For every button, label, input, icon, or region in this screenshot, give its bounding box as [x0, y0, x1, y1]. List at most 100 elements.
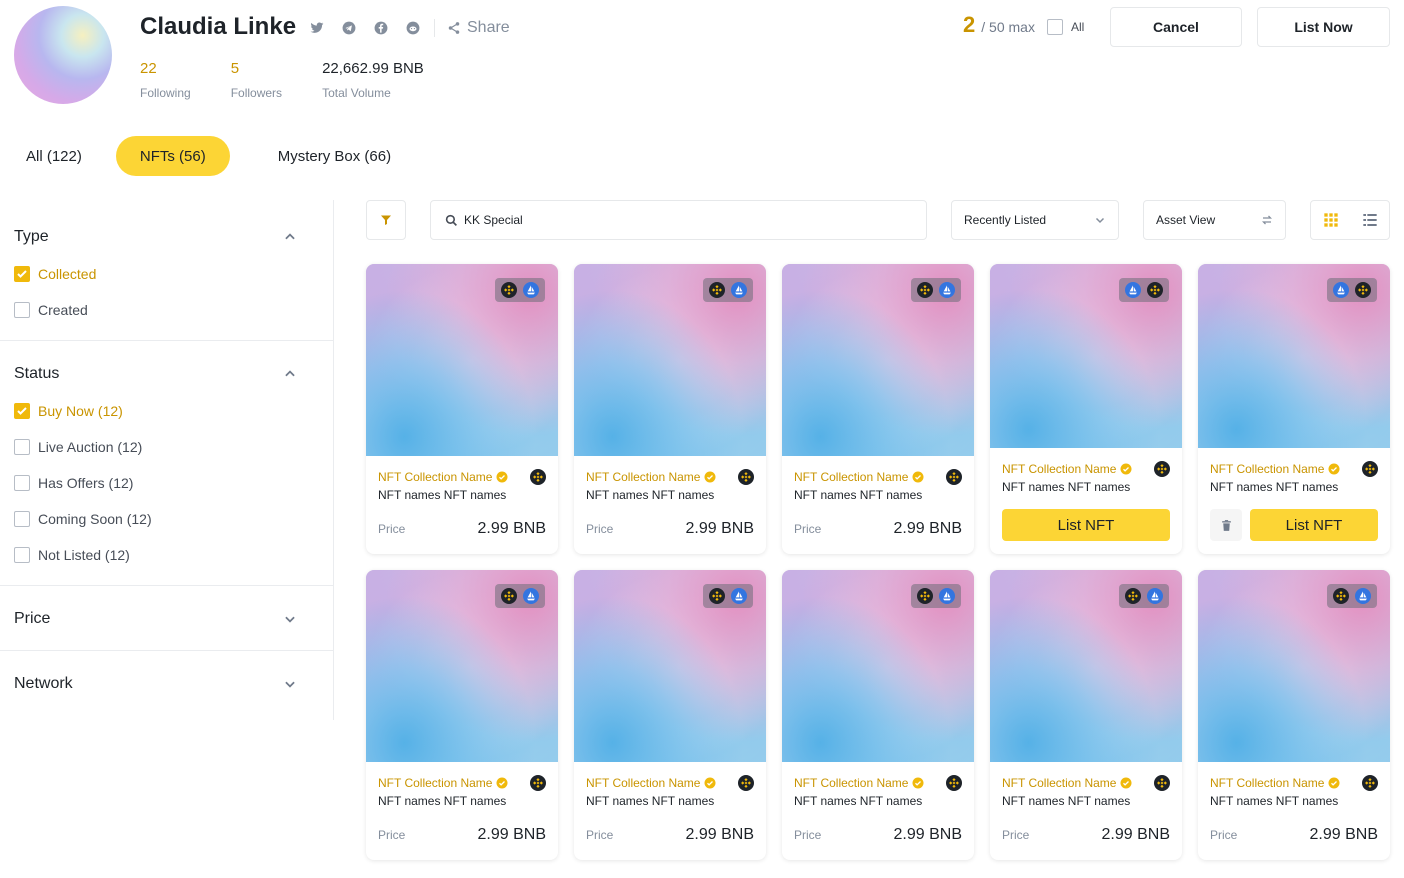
nft-image[interactable] — [990, 570, 1182, 762]
nft-image[interactable] — [1198, 264, 1390, 448]
verified-icon — [704, 777, 716, 789]
checkbox[interactable] — [14, 475, 30, 491]
section-title[interactable]: Status — [14, 365, 319, 383]
verified-icon — [1120, 777, 1132, 789]
nft-card[interactable]: NFT Collection Name NFT names NFT names … — [1198, 264, 1390, 554]
search-box[interactable] — [430, 200, 927, 240]
checkbox[interactable] — [14, 266, 30, 282]
grid-view-button[interactable] — [1311, 201, 1350, 239]
share-button[interactable]: Share — [447, 19, 510, 37]
nft-card[interactable]: NFT Collection Name NFT names NFT names … — [1198, 570, 1390, 860]
chevron-down-icon[interactable] — [283, 677, 297, 691]
checkbox[interactable] — [14, 403, 30, 419]
list-nft-button[interactable]: List NFT — [1002, 509, 1170, 541]
filter-section-network[interactable]: Network — [0, 651, 333, 716]
section-title[interactable]: Network — [14, 675, 319, 693]
filter-option-created[interactable]: Created — [14, 292, 319, 328]
telegram-icon[interactable] — [342, 21, 356, 35]
section-title[interactable]: Type — [14, 228, 319, 246]
stat-value: 22,662.99 BNB — [322, 60, 424, 77]
collection-name-link[interactable]: NFT Collection Name — [794, 776, 924, 790]
nft-name: NFT names NFT names — [586, 488, 715, 502]
collection-name-link[interactable]: NFT Collection Name — [1210, 776, 1340, 790]
stat-followers[interactable]: 5 Followers — [231, 60, 282, 100]
nft-card[interactable]: NFT Collection Name NFT names NFT names … — [782, 264, 974, 554]
checkbox[interactable] — [14, 439, 30, 455]
search-input[interactable] — [464, 213, 884, 227]
chevron-up-icon[interactable] — [283, 230, 297, 244]
nft-image[interactable] — [366, 570, 558, 762]
nft-card[interactable]: NFT Collection Name NFT names NFT names … — [990, 264, 1182, 554]
twitter-icon[interactable] — [310, 21, 324, 35]
price-value: 2.99 BNB — [1101, 826, 1170, 843]
collection-name-link[interactable]: NFT Collection Name — [1002, 776, 1132, 790]
collection-name-link[interactable]: NFT Collection Name — [1210, 462, 1340, 476]
nft-card[interactable]: NFT Collection Name NFT names NFT names … — [990, 570, 1182, 860]
profile-name: Claudia Linke — [140, 13, 297, 40]
sort-select[interactable]: Recently Listed — [951, 200, 1119, 240]
stat-label: Followers — [230, 86, 283, 100]
nft-image[interactable] — [1198, 570, 1390, 762]
nft-card[interactable]: NFT Collection Name NFT names NFT names … — [366, 570, 558, 860]
nft-image[interactable] — [782, 264, 974, 456]
swap-icon — [1261, 215, 1273, 225]
nft-card[interactable]: NFT Collection Name NFT names NFT names … — [782, 570, 974, 860]
verified-icon — [912, 471, 924, 483]
collection-name-link[interactable]: NFT Collection Name — [794, 470, 924, 484]
nft-image[interactable] — [782, 570, 974, 762]
nft-card[interactable]: NFT Collection Name NFT names NFT names … — [574, 570, 766, 860]
stat-following[interactable]: 22 Following — [140, 60, 191, 100]
chevron-down-icon[interactable] — [283, 612, 297, 626]
filter-option-live-auction[interactable]: Live Auction (12) — [14, 429, 319, 465]
list-nft-button[interactable]: List NFT — [1250, 509, 1378, 541]
collection-row: NFT Collection Name — [378, 775, 546, 791]
view-select[interactable]: Asset View — [1143, 200, 1286, 240]
collection-name-link[interactable]: NFT Collection Name — [378, 776, 508, 790]
price-value: 2.99 BNB — [1309, 826, 1378, 843]
collection-name: NFT Collection Name — [378, 776, 493, 790]
reddit-icon[interactable] — [406, 21, 420, 35]
chevron-up-icon[interactable] — [283, 367, 297, 381]
tab-all[interactable]: All (122) — [14, 136, 94, 176]
share-label: Share — [467, 19, 510, 36]
checkbox[interactable] — [1047, 19, 1063, 35]
nft-image[interactable] — [574, 264, 766, 456]
nft-card[interactable]: NFT Collection Name NFT names NFT names … — [574, 264, 766, 554]
nft-name: NFT names NFT names — [586, 794, 715, 808]
delete-button[interactable] — [1210, 509, 1242, 541]
cancel-button[interactable]: Cancel — [1110, 7, 1242, 47]
filter-option-collected[interactable]: Collected — [14, 256, 319, 292]
facebook-icon[interactable] — [374, 21, 388, 35]
nft-image[interactable] — [366, 264, 558, 456]
collection-name-link[interactable]: NFT Collection Name — [586, 776, 716, 790]
bnb-coin-icon — [1125, 588, 1141, 604]
tab-nfts[interactable]: NFTs (56) — [115, 136, 230, 176]
filter-option-has-offers[interactable]: Has Offers (12) — [14, 465, 319, 501]
list-view-button[interactable] — [1350, 201, 1389, 239]
nft-image[interactable] — [990, 264, 1182, 448]
section-title[interactable]: Price — [14, 610, 319, 628]
bnb-coin-icon — [501, 588, 517, 604]
checkbox[interactable] — [14, 511, 30, 527]
filter-option-not-listed[interactable]: Not Listed (12) — [14, 537, 319, 573]
select-all-checkbox[interactable]: All — [1047, 19, 1084, 35]
option-label: Not Listed (12) — [38, 547, 130, 563]
list-now-button[interactable]: List Now — [1257, 7, 1390, 47]
collection-name-link[interactable]: NFT Collection Name — [586, 470, 716, 484]
collection-name-link[interactable]: NFT Collection Name — [1002, 462, 1132, 476]
collection-name-link[interactable]: NFT Collection Name — [378, 470, 508, 484]
filter-option-coming-soon[interactable]: Coming Soon (12) — [14, 501, 319, 537]
filter-toggle-button[interactable] — [366, 200, 406, 240]
filter-section-price[interactable]: Price — [0, 586, 333, 651]
checkbox[interactable] — [14, 547, 30, 563]
tab-mystery-box[interactable]: Mystery Box (66) — [266, 136, 403, 176]
option-label: Collected — [38, 266, 97, 282]
price-label: Price — [1210, 828, 1238, 842]
verified-icon — [1328, 463, 1340, 475]
nft-image[interactable] — [574, 570, 766, 762]
nft-card[interactable]: NFT Collection Name NFT names NFT names … — [366, 264, 558, 554]
filter-option-buy-now[interactable]: Buy Now (12) — [14, 393, 319, 429]
bnb-coin-icon — [946, 775, 962, 791]
checkbox[interactable] — [14, 302, 30, 318]
network-badge — [1119, 584, 1169, 608]
